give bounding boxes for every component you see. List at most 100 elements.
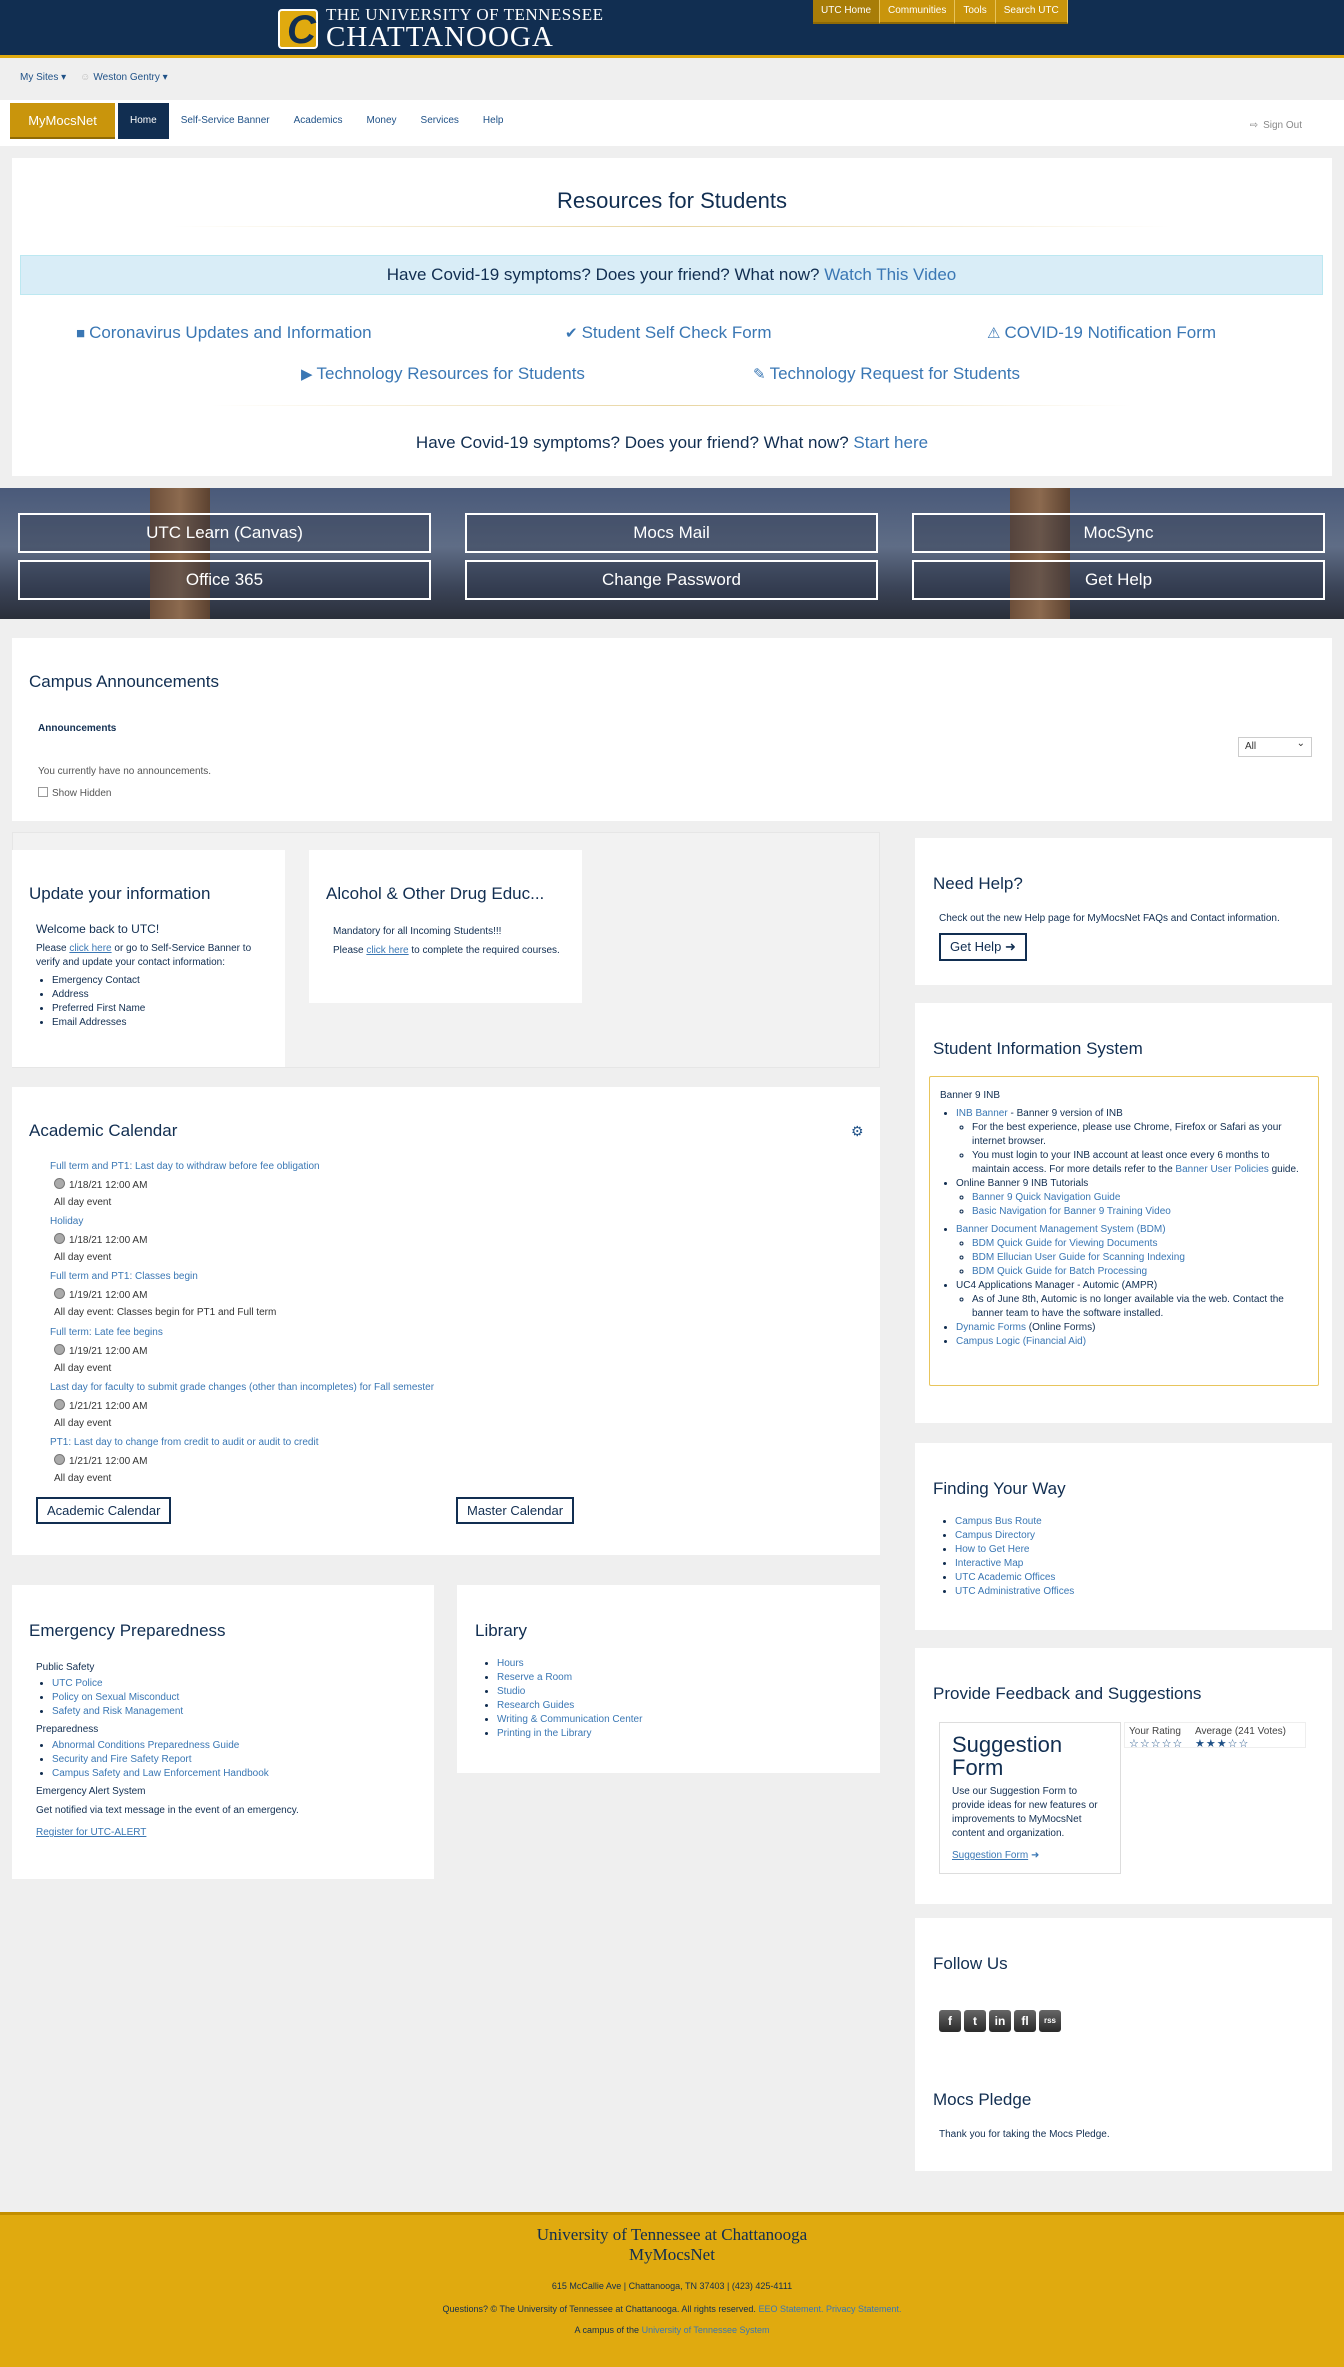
announcements-filter-select[interactable]: All (1238, 737, 1312, 757)
list-item: Safety and Risk Management (52, 1705, 416, 1719)
mocs-mail-button[interactable]: Mocs Mail (465, 513, 878, 553)
interactive-map-link[interactable]: Interactive Map (955, 1558, 1023, 1569)
suggestion-card-title: Suggestion Form (952, 1732, 1063, 1780)
change-password-button[interactable]: Change Password (465, 560, 878, 600)
alcohol-title: Alcohol & Other Drug Educ... (326, 884, 545, 903)
how-to-get-here-link[interactable]: How to Get Here (955, 1544, 1029, 1555)
list-item: Campus Logic (Financial Aid) (956, 1335, 1308, 1349)
user-bar: My Sites ▾ Weston Gentry ▾ (20, 72, 168, 83)
need-help-text: Check out the new Help page for MyMocsNe… (939, 913, 1280, 924)
event-title-link[interactable]: Full term and PT1: Last day to withdraw … (50, 1161, 320, 1172)
ut-system-link[interactable]: University of Tennessee System (642, 2325, 770, 2335)
privacy-statement-link[interactable]: Privacy Statement. (826, 2304, 902, 2314)
watch-video-link[interactable]: Watch This Video (824, 265, 956, 284)
update-click-here-link[interactable]: click here (69, 943, 111, 954)
sexual-misconduct-policy-link[interactable]: Policy on Sexual Misconduct (52, 1692, 179, 1703)
writing-center-link[interactable]: Writing & Communication Center (497, 1714, 642, 1725)
communities-link[interactable]: Communities (880, 0, 956, 24)
tab-academics[interactable]: Academics (282, 103, 355, 139)
suggestion-card-text: Use our Suggestion Form to provide ideas… (952, 1786, 1098, 1839)
sign-out-link[interactable]: Sign Out (1250, 120, 1302, 131)
list-item: Hours (497, 1657, 642, 1671)
welcome-text: Welcome back to UTC! (36, 922, 160, 936)
dynamic-forms-link[interactable]: Dynamic Forms (956, 1322, 1026, 1333)
abnormal-conditions-link[interactable]: Abnormal Conditions Preparedness Guide (52, 1740, 239, 1751)
campus-bus-route-link[interactable]: Campus Bus Route (955, 1516, 1042, 1527)
bdm-scanning-link[interactable]: BDM Ellucian User Guide for Scanning Ind… (972, 1252, 1185, 1263)
alcohol-click-here-link[interactable]: click here (366, 945, 408, 956)
event-title-link[interactable]: PT1: Last day to change from credit to a… (50, 1437, 318, 1448)
mocsync-button[interactable]: MocSync (912, 513, 1325, 553)
search-utc-link[interactable]: Search UTC (995, 0, 1068, 24)
tab-self-service-banner[interactable]: Self-Service Banner (169, 103, 282, 139)
show-hidden-checkbox[interactable]: Show Hidden (38, 787, 111, 799)
your-rating-stars[interactable]: ☆☆☆☆☆ (1129, 1737, 1183, 1750)
technology-request-link[interactable]: ✎ Technology Request for Students (753, 364, 1020, 384)
announcements-tab[interactable]: Announcements (38, 723, 116, 734)
tab-help[interactable]: Help (471, 103, 516, 139)
calendar-event: Full term: Late fee begins 1/19/21 12:00 … (50, 1327, 850, 1374)
tab-home[interactable]: Home (118, 103, 169, 139)
get-help-quick-button[interactable]: Get Help (912, 560, 1325, 600)
tab-money[interactable]: Money (355, 103, 409, 139)
eeo-statement-link[interactable]: EEO Statement. (758, 2304, 823, 2314)
flickr-icon[interactable]: fl (1014, 2010, 1036, 2032)
bdm-batch-link[interactable]: BDM Quick Guide for Batch Processing (972, 1266, 1147, 1277)
campus-directory-link[interactable]: Campus Directory (955, 1530, 1035, 1541)
event-title-link[interactable]: Last day for faculty to submit grade cha… (50, 1382, 434, 1393)
inb-banner-link[interactable]: INB Banner (956, 1108, 1008, 1119)
mymocsnet-brand[interactable]: MyMocsNet (10, 103, 115, 139)
bdm-viewing-link[interactable]: BDM Quick Guide for Viewing Documents (972, 1238, 1157, 1249)
gear-icon[interactable]: ⚙ (851, 1123, 864, 1140)
office-365-button[interactable]: Office 365 (18, 560, 431, 600)
event-title-link[interactable]: Holiday (50, 1216, 83, 1227)
event-title-link[interactable]: Full term and PT1: Classes begin (50, 1271, 198, 1282)
get-help-button[interactable]: Get Help ➜ (939, 933, 1027, 961)
campus-logic-link[interactable]: Campus Logic (Financial Aid) (956, 1336, 1086, 1347)
link-label: Technology Resources for Students (316, 364, 585, 383)
utc-home-link[interactable]: UTC Home (813, 0, 881, 24)
training-video-link[interactable]: Basic Navigation for Banner 9 Training V… (972, 1206, 1171, 1217)
banner-user-policies-link[interactable]: Banner User Policies (1175, 1164, 1268, 1175)
utc-police-link[interactable]: UTC Police (52, 1678, 103, 1689)
student-self-check-link[interactable]: ✔ Student Self Check Form (565, 323, 772, 343)
printing-library-link[interactable]: Printing in the Library (497, 1728, 592, 1739)
academic-calendar-panel: Academic Calendar ⚙ Full term and PT1: L… (12, 1087, 880, 1555)
rss-icon[interactable]: rss (1039, 2010, 1061, 2032)
reserve-room-link[interactable]: Reserve a Room (497, 1672, 572, 1683)
facebook-icon[interactable]: f (939, 2010, 961, 2032)
technology-resources-link[interactable]: ▶ Technology Resources for Students (301, 364, 585, 384)
average-rating-label: Average (241 Votes) (1195, 1726, 1286, 1737)
master-calendar-button[interactable]: Master Calendar (456, 1497, 575, 1524)
linkedin-icon[interactable]: in (989, 2010, 1011, 2032)
event-title-link[interactable]: Full term: Late fee begins (50, 1327, 163, 1338)
studio-link[interactable]: Studio (497, 1686, 525, 1697)
quick-nav-guide-link[interactable]: Banner 9 Quick Navigation Guide (972, 1192, 1120, 1203)
sis-heading: Banner 9 INB (940, 1090, 1001, 1101)
administrative-offices-link[interactable]: UTC Administrative Offices (955, 1586, 1074, 1597)
tab-services[interactable]: Services (409, 103, 471, 139)
event-desc: All day event (54, 1473, 112, 1484)
security-fire-safety-link[interactable]: Security and Fire Safety Report (52, 1754, 192, 1765)
my-sites-dropdown[interactable]: My Sites ▾ (20, 72, 66, 83)
text: A campus of the (574, 2325, 640, 2335)
suggestion-form-link[interactable]: Suggestion Form (952, 1850, 1028, 1861)
utc-logo[interactable]: THE UNIVERSITY OF TENNESSEE CHATTANOOGA (278, 6, 603, 53)
utc-learn-button[interactable]: UTC Learn (Canvas) (18, 513, 431, 553)
academic-calendar-button[interactable]: Academic Calendar (36, 1497, 172, 1524)
user-dropdown[interactable]: Weston Gentry ▾ (80, 72, 167, 83)
tools-link[interactable]: Tools (955, 0, 996, 24)
coronavirus-updates-link[interactable]: ■ Coronavirus Updates and Information (76, 323, 372, 343)
campus-safety-handbook-link[interactable]: Campus Safety and Law Enforcement Handbo… (52, 1768, 269, 1779)
bdm-link[interactable]: Banner Document Management System (BDM) (956, 1224, 1166, 1235)
library-hours-link[interactable]: Hours (497, 1658, 524, 1669)
research-guides-link[interactable]: Research Guides (497, 1700, 574, 1711)
twitter-icon[interactable]: t (964, 2010, 986, 2032)
covid-notification-link[interactable]: ⚠ COVID-19 Notification Form (987, 323, 1216, 343)
top-header: THE UNIVERSITY OF TENNESSEE CHATTANOOGA … (0, 0, 1344, 58)
academic-offices-link[interactable]: UTC Academic Offices (955, 1572, 1055, 1583)
register-utc-alert-link[interactable]: Register for UTC-ALERT (36, 1827, 146, 1838)
start-here-link[interactable]: Start here (853, 433, 928, 452)
safety-risk-management-link[interactable]: Safety and Risk Management (52, 1706, 183, 1717)
text: UC4 Applications Manager - Automic (AMPR… (956, 1280, 1158, 1291)
